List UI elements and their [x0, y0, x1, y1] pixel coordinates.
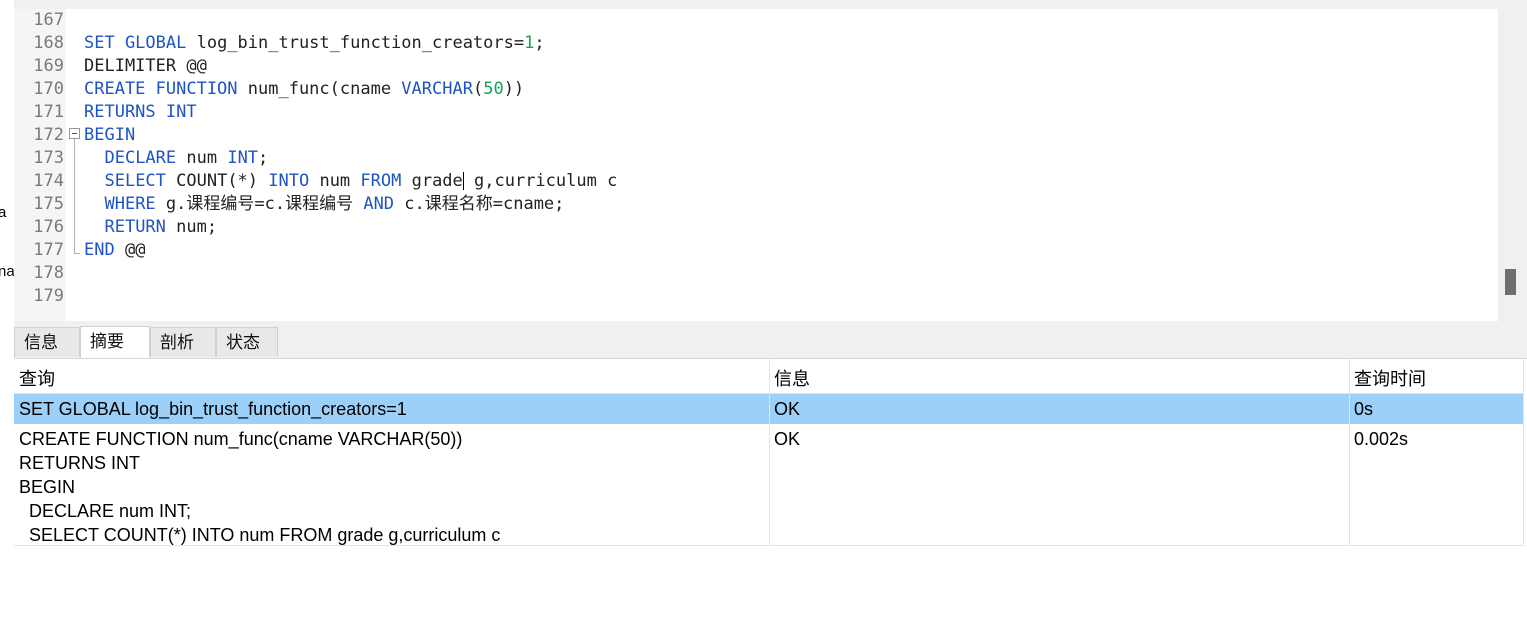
tab-info[interactable]: 信息	[14, 327, 80, 357]
sql-keyword: BEGIN	[84, 125, 136, 145]
tab-label: 摘要	[90, 332, 124, 352]
line-number: 175	[33, 194, 64, 214]
code-text: SELECT COUNT(*) INTO num FROM grade g,cu…	[84, 170, 617, 193]
line-number: 167	[33, 10, 64, 30]
code-text: END @@	[84, 239, 145, 262]
line-number: 177	[33, 240, 64, 260]
sql-token: num;	[165, 217, 218, 237]
sql-keyword: WHERE	[104, 194, 156, 214]
sql-keyword: INTO	[268, 171, 310, 191]
tab-profile[interactable]: 剖析	[150, 327, 216, 357]
sql-token: ;	[534, 33, 545, 53]
line-number: 178	[33, 263, 64, 283]
sql-keyword: FROM	[360, 171, 402, 191]
code-text: RETURNS INT	[84, 101, 197, 124]
sql-keyword: RETURNS INT	[84, 102, 197, 122]
sql-token: c.课程名称=cname;	[394, 194, 565, 214]
line-number: 179	[33, 286, 64, 306]
line-number: 172	[33, 125, 64, 145]
fold-guide	[74, 139, 75, 254]
sql-token: grade	[401, 171, 463, 191]
cell-time: 0s	[1354, 399, 1374, 419]
column-header-query[interactable]: 查询	[19, 367, 55, 391]
sql-keyword: END	[84, 240, 115, 260]
cell-info: OK	[774, 429, 801, 449]
tab-label: 信息	[24, 333, 58, 353]
line-number: 173	[33, 148, 64, 168]
code-text: RETURN num;	[84, 216, 217, 239]
fold-guide-end	[74, 253, 80, 254]
sql-token: ))	[503, 79, 525, 99]
tab-summary[interactable]: 摘要	[80, 326, 150, 358]
line-number: 170	[33, 79, 64, 99]
sql-token: (	[472, 79, 484, 99]
code-text: BEGIN	[84, 124, 135, 147]
column-divider[interactable]	[769, 359, 770, 546]
sql-keyword: SET GLOBAL	[84, 33, 187, 53]
sql-token: num	[309, 171, 361, 191]
sql-token: DELIMITER @@	[84, 56, 207, 76]
sql-token: num	[176, 148, 228, 168]
sql-keyword: RETURN	[104, 217, 166, 237]
sql-number: 50	[483, 79, 504, 99]
sql-token: g.课程编号=c.课程编号	[155, 194, 364, 214]
line-number: 171	[33, 102, 64, 122]
sql-token: ;	[258, 148, 269, 168]
fold-toggle-icon[interactable]	[69, 128, 80, 139]
column-header-time[interactable]: 查询时间	[1354, 367, 1426, 391]
line-number: 174	[33, 171, 64, 191]
tab-label: 剖析	[160, 333, 194, 353]
column-divider	[1523, 359, 1524, 546]
sql-number: 1	[524, 33, 535, 53]
sql-keyword: SELECT	[104, 171, 166, 191]
line-number: 176	[33, 217, 64, 237]
line-number: 168	[33, 33, 64, 53]
sql-keyword: VARCHAR	[401, 79, 473, 99]
code-text: SET GLOBAL log_bin_trust_function_creato…	[84, 32, 545, 55]
sql-token: g,curriculum c	[463, 171, 618, 191]
background-text-fragment: na	[0, 263, 14, 280]
scrollbar-thumb[interactable]	[1505, 269, 1516, 295]
sql-token: @@	[114, 240, 146, 260]
summary-results-grid: 查询 信息 查询时间 SET GLOBAL log_bin_trust_func…	[14, 359, 1527, 636]
result-tab-bar: 信息 摘要 剖析 状态	[14, 324, 1527, 359]
tab-status[interactable]: 状态	[216, 327, 278, 357]
cell-query: SET GLOBAL log_bin_trust_function_creato…	[19, 399, 407, 419]
sql-token: log_bin_trust_function_creators=	[186, 33, 525, 53]
cell-query: CREATE FUNCTION num_func(cname VARCHAR(5…	[19, 429, 501, 545]
column-header-info[interactable]: 信息	[774, 367, 810, 391]
sql-keyword: AND	[363, 194, 395, 214]
sql-keyword: INT	[227, 148, 259, 168]
sql-token: COUNT(*)	[165, 171, 269, 191]
column-divider[interactable]	[1349, 359, 1350, 546]
code-text: WHERE g.课程编号=c.课程编号 AND c.课程名称=cname;	[84, 193, 564, 216]
background-text-fragment: a	[0, 204, 7, 221]
code-text: CREATE FUNCTION num_func(cname VARCHAR(5…	[84, 78, 524, 101]
sql-keyword: CREATE FUNCTION	[84, 79, 238, 99]
sql-keyword: DECLARE	[104, 148, 177, 168]
left-background-strip: a na	[0, 0, 14, 636]
sql-token: num_func(cname	[237, 79, 402, 99]
cell-time: 0.002s	[1354, 429, 1409, 449]
cell-info: OK	[774, 399, 801, 419]
tab-label: 状态	[226, 333, 260, 353]
sql-editor[interactable]: 167 168 SET GLOBAL log_bin_trust_function_…	[14, 9, 1498, 321]
code-text: DELIMITER @@	[84, 55, 207, 78]
line-number: 169	[33, 56, 64, 76]
code-text: DECLARE num INT;	[84, 147, 268, 170]
